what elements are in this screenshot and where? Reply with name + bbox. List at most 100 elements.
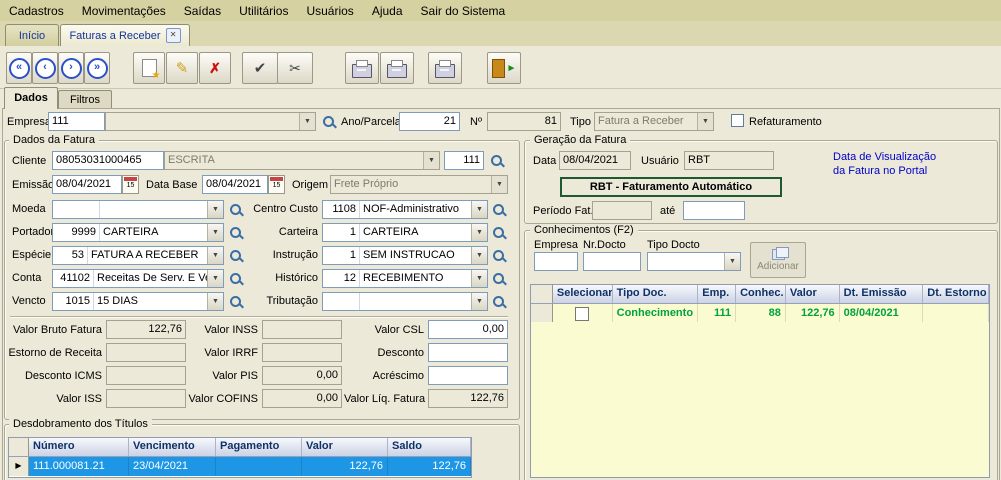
conh-tipodocto-combo[interactable]: ▼ bbox=[647, 252, 741, 271]
especie-combo[interactable]: 53 FATURA A RECEBER ▼ bbox=[52, 246, 224, 265]
col-valor[interactable]: Valor bbox=[302, 438, 388, 456]
menu-saidas[interactable]: Saídas bbox=[175, 1, 230, 21]
data-base-label: Data Base bbox=[146, 179, 197, 191]
desdobramento-row[interactable]: ▶ 111.000081.21 23/04/2021 122,76 122,76 bbox=[9, 457, 471, 476]
historico-combo[interactable]: 12 RECEBIMENTO ▼ bbox=[322, 269, 488, 288]
emissao-calendar-button[interactable]: 15 bbox=[122, 175, 139, 194]
tab-close-icon[interactable]: ✕ bbox=[166, 28, 181, 43]
menu-movimentacoes[interactable]: Movimentações bbox=[73, 1, 175, 21]
cliente-num-field[interactable]: 111 bbox=[444, 151, 484, 170]
tab-dados[interactable]: Dados bbox=[4, 87, 58, 109]
empresa-search-icon[interactable] bbox=[321, 114, 337, 130]
prior-record-button[interactable]: ‹ bbox=[32, 52, 58, 84]
data-base-field[interactable]: 08/04/2021 bbox=[202, 175, 268, 194]
col-emp[interactable]: Emp. bbox=[698, 285, 736, 303]
origem-label: Origem bbox=[292, 179, 328, 191]
print-button[interactable] bbox=[380, 52, 414, 84]
empresa-code-field[interactable]: 111 bbox=[48, 112, 105, 131]
tab-filtros[interactable]: Filtros bbox=[58, 90, 112, 109]
refaturamento-checkbox[interactable] bbox=[731, 114, 744, 127]
print-setup-button[interactable] bbox=[345, 52, 379, 84]
instrucao-combo[interactable]: 1 SEM INSTRUCAO ▼ bbox=[322, 246, 488, 265]
menu-bar: Cadastros Movimentações Saídas Utilitári… bbox=[0, 0, 1001, 22]
col-dt-estorno[interactable]: Dt. Estorno bbox=[923, 285, 989, 303]
conhecimento-row[interactable]: Conhecimento 111 88 122,76 08/04/2021 bbox=[531, 304, 989, 323]
last-record-button[interactable]: » bbox=[84, 52, 110, 84]
cancel-button[interactable]: ✂ bbox=[277, 52, 313, 84]
menu-ajuda[interactable]: Ajuda bbox=[363, 1, 412, 21]
vencto-combo[interactable]: 1015 15 DIAS ▼ bbox=[52, 292, 224, 311]
col-tipo-doc[interactable]: Tipo Doc. bbox=[613, 285, 699, 303]
tab-inicio[interactable]: Início bbox=[5, 24, 59, 46]
emissao-field[interactable]: 08/04/2021 bbox=[52, 175, 122, 194]
menu-usuarios[interactable]: Usuários bbox=[297, 1, 362, 21]
cliente-search-icon[interactable] bbox=[489, 153, 505, 169]
col-pagamento[interactable]: Pagamento bbox=[216, 438, 302, 456]
portal-note-line2: da Fatura no Portal bbox=[833, 164, 936, 178]
cell-tipo-doc: Conhecimento bbox=[613, 304, 699, 323]
tab-faturas-a-receber[interactable]: Faturas a Receber ✕ bbox=[60, 24, 190, 46]
portal-note-line1: Data de Visualização bbox=[833, 150, 936, 164]
empresa-name-combo[interactable]: ▼ bbox=[105, 112, 316, 131]
tributacao-search-icon[interactable] bbox=[491, 294, 507, 310]
tab-inicio-label: Início bbox=[19, 30, 45, 42]
carteira-combo[interactable]: 1 CARTEIRA ▼ bbox=[322, 223, 488, 242]
menu-utilitarios[interactable]: Utilitários bbox=[230, 1, 297, 21]
ano-parcela-field[interactable]: 21 bbox=[399, 112, 460, 131]
data-base-calendar-button[interactable]: 15 bbox=[268, 175, 285, 194]
col-conhec[interactable]: Conhec. bbox=[736, 285, 786, 303]
adicionar-label: Adicionar bbox=[757, 261, 799, 272]
tipo-combo[interactable]: Fatura a Receber ▼ bbox=[594, 112, 714, 131]
delete-button[interactable]: ✗ bbox=[199, 52, 231, 84]
centro-custo-search-icon[interactable] bbox=[491, 202, 507, 218]
conta-code: 41102 bbox=[53, 270, 94, 287]
cliente-code-field[interactable]: 08053031000465 bbox=[52, 151, 164, 170]
selecionar-checkbox[interactable] bbox=[575, 307, 589, 321]
origem-combo[interactable]: Frete Próprio ▼ bbox=[330, 175, 508, 194]
new-record-icon: ★ bbox=[142, 59, 157, 77]
conta-combo[interactable]: 41102 Receitas De Serv. E Ve ▼ bbox=[52, 269, 224, 288]
portador-combo[interactable]: 9999 CARTEIRA ▼ bbox=[52, 223, 224, 242]
moeda-code bbox=[53, 201, 100, 218]
adicionar-button[interactable]: Adicionar bbox=[750, 242, 806, 278]
ano-parcela-label: Ano/Parcela bbox=[341, 116, 401, 128]
conh-empresa-field[interactable] bbox=[534, 252, 578, 271]
col-conh-valor[interactable]: Valor bbox=[786, 285, 840, 303]
print-preview-button[interactable] bbox=[428, 52, 462, 84]
data-geracao-field: 08/04/2021 bbox=[559, 151, 631, 170]
col-selecionar[interactable]: Selecionar bbox=[553, 285, 613, 303]
historico-search-icon[interactable] bbox=[491, 271, 507, 287]
valor-bruto-field: 122,76 bbox=[106, 320, 186, 339]
col-vencimento[interactable]: Vencimento bbox=[129, 438, 216, 456]
valor-liq-label: Valor Líq. Fatura bbox=[344, 393, 424, 405]
new-button[interactable]: ★ bbox=[133, 52, 165, 84]
tributacao-combo[interactable]: ▼ bbox=[322, 292, 488, 311]
valor-csl-field[interactable]: 0,00 bbox=[428, 320, 508, 339]
next-record-button[interactable]: › bbox=[58, 52, 84, 84]
edit-button[interactable]: ✎ bbox=[166, 52, 198, 84]
faturas-a-receber-window: Cadastros Movimentações Saídas Utilitári… bbox=[0, 0, 1001, 480]
exit-button[interactable]: ► bbox=[487, 52, 521, 84]
tab-faturas-label: Faturas a Receber bbox=[69, 30, 160, 42]
col-dt-emissao[interactable]: Dt. Emissão bbox=[840, 285, 924, 303]
menu-cadastros[interactable]: Cadastros bbox=[0, 1, 73, 21]
acrescimo-field[interactable] bbox=[428, 366, 508, 385]
conh-nrdocto-field[interactable] bbox=[583, 252, 641, 271]
menu-sair-do-sistema[interactable]: Sair do Sistema bbox=[412, 1, 515, 21]
periodo-de-field[interactable] bbox=[592, 201, 652, 220]
centro-custo-combo[interactable]: 1108 NOF-Administrativo ▼ bbox=[322, 200, 488, 219]
first-record-button[interactable]: « bbox=[6, 52, 32, 84]
col-saldo[interactable]: Saldo bbox=[388, 438, 471, 456]
acrescimo-label: Acréscimo bbox=[344, 370, 424, 382]
tipo-text: Fatura a Receber bbox=[595, 113, 697, 130]
periodo-ate-field[interactable] bbox=[683, 201, 745, 220]
col-numero[interactable]: Número bbox=[29, 438, 129, 456]
instrucao-search-icon[interactable] bbox=[491, 248, 507, 264]
confirm-button[interactable]: ✔ bbox=[242, 52, 278, 84]
cliente-name-combo[interactable]: ESCRITA ▼ bbox=[164, 151, 440, 170]
carteira-search-icon[interactable] bbox=[491, 225, 507, 241]
moeda-combo[interactable]: ▼ bbox=[52, 200, 224, 219]
conhecimentos-grid: Selecionar Tipo Doc. Emp. Conhec. Valor … bbox=[530, 284, 990, 478]
first-record-icon: « bbox=[9, 58, 30, 79]
desconto-field[interactable] bbox=[428, 343, 508, 362]
